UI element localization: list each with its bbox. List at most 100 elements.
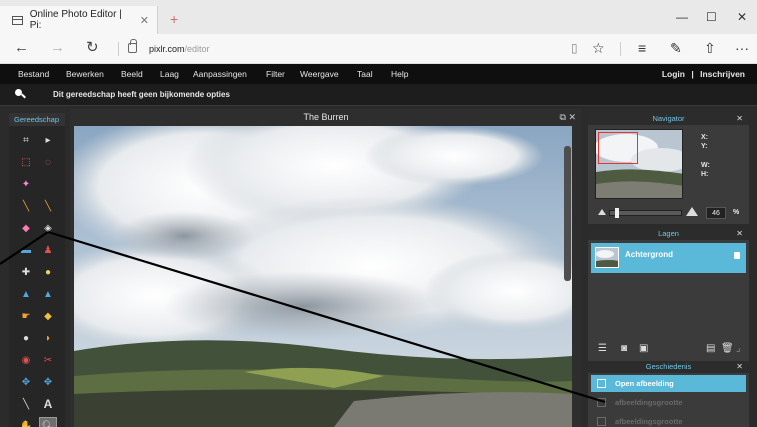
lasso-tool-icon[interactable]: ◌ (39, 153, 57, 171)
zoom-tool-icon[interactable]: 🔍︎ (39, 417, 57, 427)
menu-item-bestand[interactable]: Bestand (18, 69, 49, 79)
maximize-button[interactable]: ☐ (706, 10, 717, 24)
url-path: /editor (184, 44, 210, 54)
url-field[interactable]: pixlr.com/editor (149, 44, 210, 54)
type-tool-icon[interactable]: A (39, 395, 57, 413)
layer-thumbnail (595, 247, 619, 268)
empty-slot (39, 175, 57, 193)
eraser-tool-icon[interactable]: ◆ (17, 219, 35, 237)
layer-row[interactable]: Achtergrond (591, 243, 746, 273)
layers-title: Lagen (658, 229, 679, 238)
layers-panel: Lagen ✕ Achtergrond ☰ ◙ ▣ ▤ 🗑︎ ⌟ (588, 228, 749, 361)
refresh-icon[interactable]: ↻ (86, 40, 99, 56)
back-icon[interactable]: ← (14, 40, 29, 56)
menu-item-beeld[interactable]: Beeld (121, 69, 143, 79)
divider (118, 42, 119, 56)
signup-link[interactable]: Inschrijven (700, 69, 745, 79)
menu-item-aanpassingen[interactable]: Aanpassingen (193, 69, 247, 79)
url-host: pixlr.com (149, 44, 185, 54)
gradient-tool-icon[interactable]: ▬ (17, 241, 35, 259)
stamp-tool-icon[interactable]: ♟ (39, 241, 57, 259)
forward-icon[interactable]: → (50, 40, 65, 56)
lock-icon[interactable] (734, 252, 740, 259)
bucket-tool-icon[interactable]: ◈ (39, 219, 57, 237)
menu-item-filter[interactable]: Filter (266, 69, 285, 79)
login-link[interactable]: Login (662, 69, 685, 79)
layer-mask-icon[interactable]: ◙ (621, 343, 627, 354)
menu-item-weergave[interactable]: Weergave (300, 69, 339, 79)
history-item[interactable]: Open afbeelding (591, 375, 746, 392)
wand-tool-icon[interactable]: ✦ (17, 175, 35, 193)
pinch-tool-icon[interactable]: ✥ (17, 373, 35, 391)
marquee-tool-icon[interactable]: ⬚ (17, 153, 35, 171)
auth-links: Login | Inschrijven (662, 69, 745, 79)
history-item-label: afbeeldingsgrootte (615, 398, 683, 407)
close-icon[interactable]: ✕ (736, 113, 743, 125)
burn-tool-icon[interactable]: ◗ (39, 329, 57, 347)
menu-item-help[interactable]: Help (391, 69, 408, 79)
menu-item-taal[interactable]: Taal (357, 69, 373, 79)
sharpen-tool-icon[interactable]: ▲ (39, 285, 57, 303)
history-item-label: afbeeldingsgrootte (615, 417, 683, 426)
hand-tool-icon[interactable]: ✋ (17, 417, 35, 427)
heal-tool-icon[interactable]: ✚ (17, 263, 35, 281)
h-label: H: (701, 171, 709, 178)
zoom-slider-handle[interactable] (615, 208, 619, 218)
layer-name: Achtergrond (625, 250, 673, 259)
layer-settings-icon[interactable]: ☰ (598, 343, 607, 354)
favorite-star-icon[interactable]: ☆ (592, 41, 605, 55)
move-tool-icon[interactable]: ▸ (39, 131, 57, 149)
share-icon[interactable]: ⇧ (704, 41, 716, 55)
redeye-tool-icon[interactable]: ◉ (17, 351, 35, 369)
smudge-tool-icon[interactable]: ☛ (17, 307, 35, 325)
zoom-in-icon[interactable] (686, 207, 698, 216)
close-icon[interactable]: ✕ (736, 361, 743, 373)
new-layer-icon[interactable]: ▤ (706, 343, 715, 354)
tools-grid: ⌗ ▸ ⬚ ◌ ✦ ╲ ╲ ◆ ◈ ▬ ♟ ✚ ● ▲ ▲ ☛ ◆ ● ◗ ◉ … (17, 131, 61, 427)
pencil-tool-icon[interactable]: ╲ (17, 197, 35, 215)
more-icon[interactable]: ··· (735, 41, 749, 55)
resize-handle-icon[interactable]: ⌟ (736, 343, 741, 354)
close-icon[interactable]: ✕ (736, 228, 743, 240)
crop-tool-icon[interactable]: ⌗ (17, 131, 35, 149)
reading-view-icon[interactable]: ▯ (571, 41, 578, 55)
history-item[interactable]: afbeeldingsgrootte (591, 394, 746, 411)
zoom-out-icon[interactable] (598, 209, 606, 215)
history-item[interactable]: afbeeldingsgrootte (591, 413, 746, 427)
hub-icon[interactable]: ≡ (638, 41, 646, 55)
canvas-window: The Burren ⧉ ✕ (70, 109, 582, 427)
blur-tool-icon[interactable]: ▲ (17, 285, 35, 303)
canvas-title: The Burren (303, 112, 349, 122)
minimize-button[interactable]: — (676, 10, 688, 24)
navigator-thumbnail[interactable] (595, 129, 683, 199)
layer-style-icon[interactable]: ▣ (639, 343, 648, 354)
lock-icon (128, 39, 137, 53)
new-tab-button[interactable]: + (170, 12, 178, 26)
spot-heal-tool-icon[interactable]: ✂ (39, 351, 57, 369)
zoom-slider[interactable] (609, 208, 682, 218)
layer-toolbar: ☰ ◙ ▣ ▤ 🗑︎ ⌟ (588, 343, 749, 357)
canvas-window-controls[interactable]: ⧉ ✕ (560, 109, 576, 126)
app-menubar: Bestand Bewerken Beeld Laag Aanpassingen… (0, 64, 757, 84)
tab-close-icon[interactable]: ✕ (140, 14, 149, 27)
browser-tab[interactable]: Online Photo Editor | Pi: ✕ (0, 6, 158, 34)
note-icon[interactable]: ✎ (670, 41, 682, 55)
canvas-scrollbar[interactable] (564, 146, 571, 281)
menu-item-bewerken[interactable]: Bewerken (66, 69, 104, 79)
browser-tabbar: Online Photo Editor | Pi: ✕ + — ☐ ✕ (0, 0, 757, 34)
close-window-button[interactable]: ✕ (737, 10, 747, 24)
navigator-viewport-frame[interactable] (598, 132, 638, 164)
canvas-image[interactable] (74, 126, 572, 427)
w-label: W: (701, 162, 710, 169)
dodge-tool-icon[interactable]: ● (17, 329, 35, 347)
navigator-panel-header: Navigator ✕ (588, 113, 749, 125)
brush-tool-icon[interactable]: ╲ (39, 197, 57, 215)
colorreplace-tool-icon[interactable]: ✥ (39, 373, 57, 391)
delete-layer-icon[interactable]: 🗑︎ (721, 343, 734, 354)
sponge-tool-icon[interactable]: ◆ (39, 307, 57, 325)
picker-tool-icon[interactable]: ╲ (17, 395, 35, 413)
bloat-tool-icon[interactable]: ● (39, 263, 57, 281)
menu-item-laag[interactable]: Laag (160, 69, 179, 79)
zoom-value-input[interactable]: 46 (706, 207, 726, 219)
